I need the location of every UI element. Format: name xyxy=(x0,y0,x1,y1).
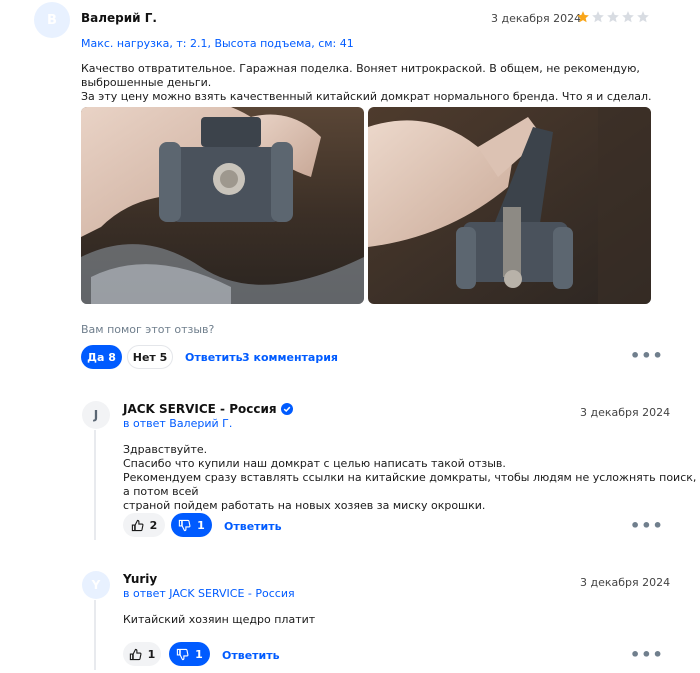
comment-avatar: Y xyxy=(82,571,110,599)
jack-photo-2-image xyxy=(368,107,651,304)
comment-author[interactable]: Yuriy xyxy=(123,572,157,586)
yes-button[interactable]: Да 8 xyxy=(81,345,122,369)
star-icon xyxy=(607,11,619,23)
comment-text-line: страной пойдем работать на новых хозяев … xyxy=(123,499,486,512)
thumbs-up-icon xyxy=(131,519,144,531)
comments-link[interactable]: 3 комментария xyxy=(242,351,338,364)
helpful-question: Вам помог этот отзыв? xyxy=(81,323,215,336)
review-text-line: За эту цену можно взять качественный кит… xyxy=(81,90,652,103)
comment-text: Китайский хозяин щедро платит xyxy=(123,613,315,627)
more-dots-icon[interactable]: ••• xyxy=(630,346,664,365)
thumbs-down-icon xyxy=(179,519,191,531)
dislike-count: 1 xyxy=(197,518,205,532)
comment-author-name: JACK SERVICE - Россия xyxy=(123,402,277,416)
verified-check-icon xyxy=(280,403,293,415)
star-icon xyxy=(622,11,634,23)
comment-text-line: Китайский хозяин щедро платит xyxy=(123,613,316,626)
comment-text-line: Рекомендуем сразу вставлять ссылки на ки… xyxy=(123,471,697,498)
no-button[interactable]: Нет 5 xyxy=(127,345,173,369)
dislike-button[interactable]: 1 xyxy=(171,513,212,537)
review-author[interactable]: Валерий Г. xyxy=(81,11,157,25)
comment-avatar-letter: Y xyxy=(91,578,101,592)
more-dots-icon[interactable]: ••• xyxy=(630,645,664,664)
comment-text: Здравствуйте. Спасибо что купили наш дом… xyxy=(123,443,700,513)
comment-avatar-letter: J xyxy=(93,408,99,422)
comment-in-reply[interactable]: в ответ JACK SERVICE - Россия xyxy=(123,587,295,600)
comment-avatar: J xyxy=(82,401,110,429)
like-button[interactable]: 2 xyxy=(123,513,165,537)
comment-text-line: Спасибо что купили наш домкрат с целью н… xyxy=(123,457,506,470)
thread-line xyxy=(94,430,96,540)
review-text-line: Качество отвратительное. Гаражная поделк… xyxy=(81,62,640,89)
comment-reply-button[interactable]: Ответить xyxy=(224,520,282,533)
more-dots-icon[interactable]: ••• xyxy=(630,516,664,535)
dislike-count: 1 xyxy=(195,647,203,661)
comment-reply-button[interactable]: Ответить xyxy=(222,649,280,662)
star-icon xyxy=(577,11,589,23)
comment-date: 3 декабря 2024 xyxy=(580,406,671,419)
review-photo-2[interactable] xyxy=(368,107,651,304)
thumbs-down-icon xyxy=(177,648,189,660)
comment-date: 3 декабря 2024 xyxy=(580,576,671,589)
dislike-button[interactable]: 1 xyxy=(169,642,210,666)
review-text: Качество отвратительное. Гаражная поделк… xyxy=(81,62,700,104)
reply-button[interactable]: Ответить xyxy=(185,351,243,364)
like-count: 1 xyxy=(147,647,156,661)
star-icon xyxy=(637,11,649,23)
review-avatar-letter: В xyxy=(47,12,57,28)
like-button[interactable]: 1 xyxy=(123,642,161,666)
review-avatar: В xyxy=(34,2,70,38)
like-count: 2 xyxy=(149,518,158,532)
review-photo-1[interactable] xyxy=(81,107,364,304)
review-date: 3 декабря 2024 xyxy=(491,12,582,25)
thread-line xyxy=(94,600,96,670)
thumbs-up-icon xyxy=(129,648,142,660)
comment-text-line: Здравствуйте. xyxy=(123,443,208,456)
review-params: Макс. нагрузка, т: 2.1, Высота подъема, … xyxy=(81,37,354,50)
rating-stars xyxy=(575,10,650,24)
comment-in-reply[interactable]: в ответ Валерий Г. xyxy=(123,417,232,430)
star-icon xyxy=(592,11,604,23)
comment-author[interactable]: JACK SERVICE - Россия xyxy=(123,402,293,416)
jack-photo-1-image xyxy=(81,107,364,304)
